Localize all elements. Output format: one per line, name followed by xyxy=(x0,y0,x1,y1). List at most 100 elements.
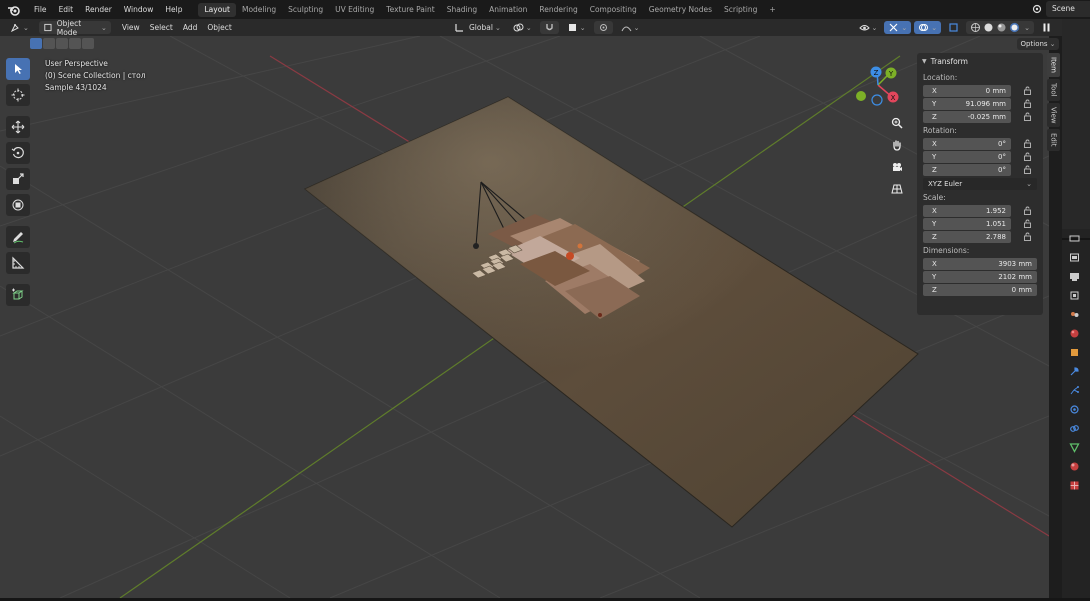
tab-layout[interactable]: Layout xyxy=(198,3,236,17)
scene-name[interactable]: Scene xyxy=(1046,1,1090,17)
tab-animation[interactable]: Animation xyxy=(483,3,533,17)
scale-tool[interactable] xyxy=(6,168,30,190)
cursor-tool[interactable] xyxy=(6,84,30,106)
transform-orientation-dropdown[interactable]: Global ⌄ xyxy=(450,21,505,34)
scale-z-field[interactable]: Z 2.788 xyxy=(923,230,1011,243)
menu-add[interactable]: Add xyxy=(178,23,203,32)
pan-button[interactable] xyxy=(887,135,907,154)
lock-icon[interactable] xyxy=(1021,231,1033,242)
scale-y-field[interactable]: Y 1.051 xyxy=(923,217,1011,230)
falloff-dropdown[interactable]: ⌄ xyxy=(617,21,644,34)
transform-panel-header[interactable]: ▼ Transform xyxy=(917,53,1043,70)
snap-toggle[interactable] xyxy=(539,21,559,34)
world-properties-icon[interactable] xyxy=(1067,327,1081,340)
rotation-x-field[interactable]: X 0° xyxy=(923,137,1011,150)
lock-icon[interactable] xyxy=(1021,138,1033,149)
proportional-edit-toggle[interactable] xyxy=(593,21,613,34)
constraints-properties-icon[interactable] xyxy=(1067,422,1081,435)
tab-edit[interactable]: Edit xyxy=(1047,129,1060,151)
gizmo-neg-z-icon[interactable] xyxy=(871,94,883,106)
tab-view[interactable]: View xyxy=(1047,102,1060,128)
tab-sculpting[interactable]: Sculpting xyxy=(282,3,329,17)
lock-icon[interactable] xyxy=(1021,218,1033,229)
rendered-shading-icon[interactable] xyxy=(1009,22,1020,33)
blender-logo-icon[interactable] xyxy=(6,2,22,18)
tool-properties-icon[interactable] xyxy=(1067,232,1081,245)
tab-rendering[interactable]: Rendering xyxy=(533,3,583,17)
tab-geometry-nodes[interactable]: Geometry Nodes xyxy=(643,3,718,17)
pause-render-button[interactable] xyxy=(1037,21,1056,34)
texture-properties-icon[interactable] xyxy=(1067,479,1081,492)
solid-shading-icon[interactable] xyxy=(983,22,994,33)
menu-edit[interactable]: Edit xyxy=(53,0,80,19)
tab-tool[interactable]: Tool xyxy=(1047,78,1060,101)
menu-help[interactable]: Help xyxy=(159,0,188,19)
rotation-y-field[interactable]: Y 0° xyxy=(923,150,1011,163)
scale-x-field[interactable]: X 1.952 xyxy=(923,204,1011,217)
gizmo-toggle[interactable]: ⌄ xyxy=(884,21,912,34)
lock-icon[interactable] xyxy=(1021,205,1033,216)
select-intersect-button[interactable] xyxy=(82,38,94,49)
dimensions-y-field[interactable]: Y 2102 mm xyxy=(923,270,1037,283)
options-dropdown[interactable]: Options ⌄ xyxy=(1017,38,1059,50)
overlays-toggle[interactable]: ⌄ xyxy=(914,21,942,34)
select-invert-button[interactable] xyxy=(69,38,81,49)
data-properties-icon[interactable] xyxy=(1067,441,1081,454)
select-box-tool[interactable] xyxy=(6,58,30,80)
editor-type-button[interactable]: ⌄ xyxy=(6,21,33,34)
rotate-tool[interactable] xyxy=(6,142,30,164)
tab-texture-paint[interactable]: Texture Paint xyxy=(380,3,440,17)
shading-modes[interactable]: ⌄ xyxy=(966,21,1034,34)
material-properties-icon[interactable] xyxy=(1067,460,1081,473)
menu-render[interactable]: Render xyxy=(79,0,118,19)
lock-icon[interactable] xyxy=(1021,85,1033,96)
render-properties-icon[interactable] xyxy=(1067,251,1081,264)
lock-icon[interactable] xyxy=(1021,164,1033,175)
measure-tool[interactable] xyxy=(6,252,30,274)
visibility-dropdown[interactable]: ⌄ xyxy=(855,21,882,34)
tab-shading[interactable]: Shading xyxy=(441,3,483,17)
object-properties-icon[interactable] xyxy=(1067,346,1081,359)
transform-tool[interactable] xyxy=(6,194,30,216)
menu-file[interactable]: File xyxy=(28,0,53,19)
material-preview-icon[interactable] xyxy=(996,22,1007,33)
location-z-field[interactable]: Z -0.025 mm xyxy=(923,110,1011,123)
location-x-field[interactable]: X 0 mm xyxy=(923,84,1011,97)
tab-uv-editing[interactable]: UV Editing xyxy=(329,3,380,17)
select-new-button[interactable] xyxy=(30,38,42,49)
select-subtract-button[interactable] xyxy=(56,38,68,49)
rotation-mode-dropdown[interactable]: XYZ Euler ⌄ xyxy=(923,178,1037,190)
tab-scripting[interactable]: Scripting xyxy=(718,3,763,17)
output-properties-icon[interactable] xyxy=(1067,270,1081,283)
menu-object[interactable]: Object xyxy=(202,23,236,32)
navigation-gizmo[interactable]: Z Y X xyxy=(852,60,904,110)
perspective-toggle-button[interactable] xyxy=(887,179,907,198)
select-extend-button[interactable] xyxy=(43,38,55,49)
xray-toggle[interactable] xyxy=(944,21,963,34)
lock-icon[interactable] xyxy=(1021,111,1033,122)
wireframe-shading-icon[interactable] xyxy=(970,22,981,33)
zoom-button[interactable] xyxy=(887,113,907,132)
camera-view-button[interactable] xyxy=(887,157,907,176)
dimensions-x-field[interactable]: X 3903 mm xyxy=(923,257,1037,270)
add-cube-tool[interactable] xyxy=(6,284,30,306)
tab-item[interactable]: Item xyxy=(1047,53,1060,77)
dimensions-z-field[interactable]: Z 0 mm xyxy=(923,283,1037,296)
location-y-field[interactable]: Y 91.096 mm xyxy=(923,97,1011,110)
outliner-area[interactable] xyxy=(1062,19,1090,229)
annotate-tool[interactable] xyxy=(6,226,30,248)
move-tool[interactable] xyxy=(6,116,30,138)
modifier-properties-icon[interactable] xyxy=(1067,365,1081,378)
lock-icon[interactable] xyxy=(1021,98,1033,109)
scene-properties-icon[interactable] xyxy=(1067,308,1081,321)
menu-window[interactable]: Window xyxy=(118,0,160,19)
tab-modeling[interactable]: Modeling xyxy=(236,3,282,17)
rotation-z-field[interactable]: Z 0° xyxy=(923,163,1011,176)
mode-dropdown[interactable]: Object Mode ⌄ xyxy=(38,19,111,37)
particles-properties-icon[interactable] xyxy=(1067,384,1081,397)
tab-compositing[interactable]: Compositing xyxy=(584,3,643,17)
menu-view[interactable]: View xyxy=(117,23,145,32)
menu-select[interactable]: Select xyxy=(145,23,178,32)
scene-selector[interactable]: Scene xyxy=(1028,1,1090,17)
view-layer-properties-icon[interactable] xyxy=(1067,289,1081,302)
